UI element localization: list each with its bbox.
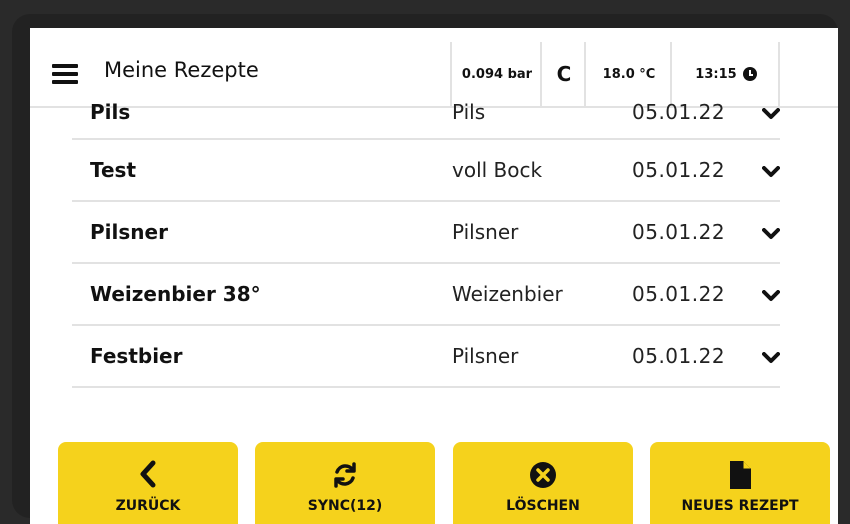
- recipe-date: 05.01.22: [632, 344, 726, 368]
- file-icon: [730, 461, 751, 489]
- temperature-readout: 18.0 °C: [584, 42, 672, 106]
- sync-button-label: SYNC(12): [307, 498, 383, 514]
- recipe-row[interactable]: Festbier Pilsner 05.01.22: [72, 326, 780, 388]
- recipe-name: Weizenbier 38°: [90, 282, 261, 306]
- chevron-down-icon[interactable]: [762, 108, 780, 120]
- recipe-style: Pilsner: [452, 220, 519, 244]
- delete-button-label: LÖSCHEN: [506, 498, 580, 514]
- chevron-down-icon[interactable]: [762, 290, 780, 302]
- recipe-date: 05.01.22: [632, 282, 726, 306]
- screen: Meine Rezepte 0.094 bar C 18.0 °C 13:15 …: [30, 28, 838, 524]
- back-button[interactable]: ZURÜCK: [58, 442, 238, 524]
- recipe-name: Pilsner: [90, 220, 168, 244]
- recipe-date: 05.01.22: [632, 100, 726, 124]
- recipe-style: Pilsner: [452, 344, 519, 368]
- recipe-row[interactable]: Pils Pils 05.01.22: [72, 100, 780, 140]
- recipe-style: Pils: [452, 100, 486, 124]
- close-circle-icon: [530, 462, 556, 488]
- recipe-name: Festbier: [90, 344, 183, 368]
- delete-button[interactable]: LÖSCHEN: [453, 442, 633, 524]
- hamburger-menu-icon[interactable]: [52, 64, 78, 84]
- header-empty-slot: [778, 42, 838, 106]
- recipe-name: Test: [90, 158, 137, 182]
- app-header: Meine Rezepte 0.094 bar C 18.0 °C 13:15: [30, 42, 838, 108]
- clock-icon: [742, 67, 757, 81]
- new-recipe-button[interactable]: NEUES REZEPT: [650, 442, 830, 524]
- recipe-row[interactable]: Weizenbier 38° Weizenbier 05.01.22: [72, 264, 780, 326]
- mode-indicator: C: [540, 42, 586, 106]
- recipe-date: 05.01.22: [632, 220, 726, 244]
- recipe-style: voll Bock: [452, 158, 543, 182]
- pressure-readout: 0.094 bar: [450, 42, 542, 106]
- back-button-label: ZURÜCK: [115, 498, 181, 514]
- page-title: Meine Rezepte: [104, 58, 259, 82]
- chevron-down-icon[interactable]: [762, 352, 780, 364]
- chevron-down-icon[interactable]: [762, 166, 780, 178]
- recipe-date: 05.01.22: [632, 158, 726, 182]
- new-recipe-button-label: NEUES REZEPT: [681, 498, 799, 514]
- recipe-list: Pils Pils 05.01.22 Test voll Bock 05.01.…: [72, 100, 780, 388]
- sync-button[interactable]: SYNC(12): [255, 442, 435, 524]
- recipe-name: Pils: [90, 100, 131, 124]
- chevron-left-icon: [140, 460, 156, 488]
- chevron-down-icon[interactable]: [762, 228, 780, 240]
- recipe-style: Weizenbier: [452, 282, 563, 306]
- time-readout: 13:15: [695, 66, 737, 82]
- recipe-row[interactable]: Pilsner Pilsner 05.01.22: [72, 202, 780, 264]
- time-display: 13:15: [670, 42, 780, 106]
- recipe-row[interactable]: Test voll Bock 05.01.22: [72, 140, 780, 202]
- device-frame: Meine Rezepte 0.094 bar C 18.0 °C 13:15 …: [12, 14, 838, 524]
- sync-icon: [334, 462, 356, 488]
